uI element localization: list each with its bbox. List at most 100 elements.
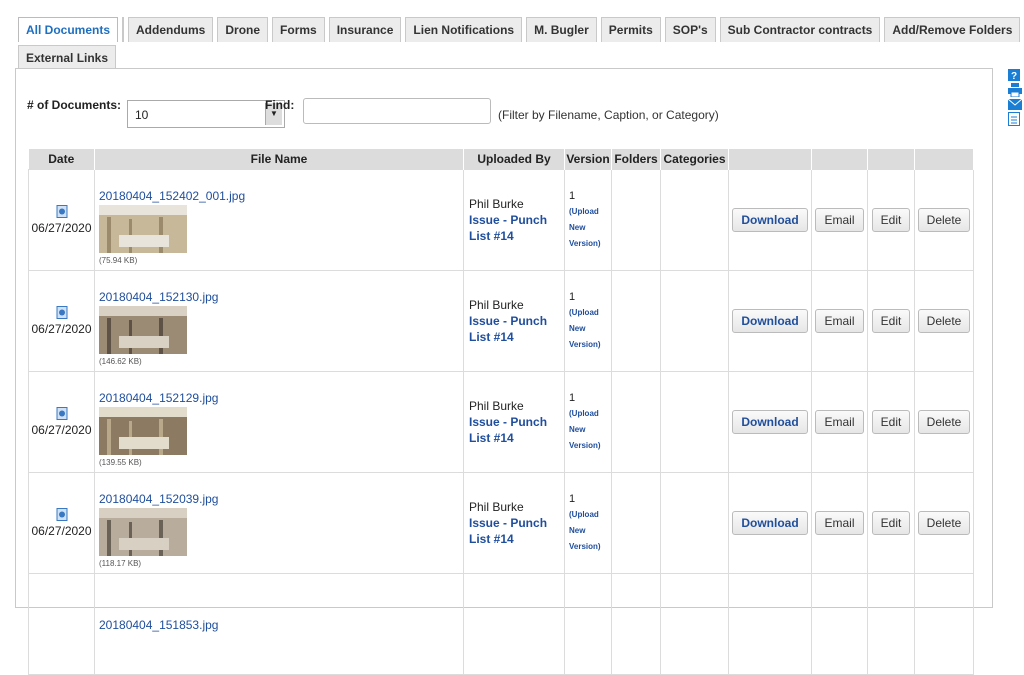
tab-sub-contractor-contracts[interactable]: Sub Contractor contracts — [719, 17, 881, 42]
edit-button[interactable]: Edit — [871, 511, 911, 535]
delete-cell: Delete — [914, 472, 974, 574]
version-cell: 1 (Upload New Version) — [564, 371, 612, 473]
file-name-link[interactable]: 20180404_152130.jpg — [99, 290, 463, 304]
file-cell: 20180404_152402_001.jpg (75.94 KB) — [94, 169, 464, 271]
issue-link[interactable]: Issue - Punch List #14 — [469, 515, 564, 547]
delete-cell: Delete — [914, 371, 974, 473]
date-text: 06/27/2020 — [31, 322, 92, 336]
col-header-date[interactable]: Date — [28, 149, 95, 170]
delete-button[interactable]: Delete — [917, 309, 971, 333]
upload-link-line[interactable]: New — [569, 526, 585, 535]
tab-all-documents[interactable]: All Documents — [18, 17, 119, 42]
tab-external-links[interactable]: External Links — [18, 45, 117, 70]
date-cell — [28, 573, 95, 675]
download-button[interactable]: Download — [732, 410, 808, 434]
help-icon[interactable]: ? — [1008, 69, 1020, 81]
tab-m-bugler[interactable]: M. Bugler — [526, 17, 597, 42]
tab-sops[interactable]: SOP's — [664, 17, 716, 42]
uploaded-by-cell: Phil Burke Issue - Punch List #14 — [463, 169, 565, 271]
col-header-version[interactable]: Version — [564, 149, 612, 170]
email-button[interactable]: Email — [815, 410, 864, 434]
print-icon[interactable] — [1008, 83, 1022, 97]
upload-new-version-link[interactable]: (Upload New Version) — [569, 507, 611, 555]
doc-count-select[interactable]: 10 ▼ — [127, 100, 285, 128]
edit-button[interactable]: Edit — [871, 309, 911, 333]
file-type-icon[interactable] — [56, 306, 68, 319]
upload-link-line[interactable]: (Upload — [569, 510, 599, 519]
email-button[interactable]: Email — [815, 511, 864, 535]
email-button[interactable]: Email — [815, 309, 864, 333]
find-input[interactable] — [303, 98, 491, 124]
folders-cell — [611, 573, 661, 675]
upload-link-line[interactable]: Version) — [569, 340, 601, 349]
tab-add-remove-folders[interactable]: Add/Remove Folders — [884, 17, 1021, 42]
delete-button[interactable]: Delete — [917, 410, 971, 434]
tab-lien-notifications[interactable]: Lien Notifications — [405, 17, 523, 42]
file-name-link[interactable]: 20180404_152129.jpg — [99, 391, 463, 405]
tab-permits[interactable]: Permits — [600, 17, 661, 42]
upload-link-line[interactable]: (Upload — [569, 409, 599, 418]
upload-new-version-link[interactable]: (Upload New Version) — [569, 406, 611, 454]
document-icon[interactable] — [1008, 112, 1020, 126]
delete-button[interactable]: Delete — [917, 511, 971, 535]
doc-count-value: 10 — [135, 108, 149, 122]
version-cell: 1 (Upload New Version) — [564, 270, 612, 372]
upload-link-line[interactable]: New — [569, 223, 585, 232]
uploader-name: Phil Burke — [469, 298, 524, 312]
edit-button[interactable]: Edit — [871, 208, 911, 232]
file-thumbnail[interactable] — [99, 205, 187, 253]
tab-forms[interactable]: Forms — [272, 17, 325, 42]
tab-addendums[interactable]: Addendums — [128, 17, 214, 42]
download-cell: Download — [728, 270, 812, 372]
tab-drone[interactable]: Drone — [217, 17, 269, 42]
file-type-icon[interactable] — [56, 508, 68, 521]
date-cell: 06/27/2020 — [28, 472, 95, 574]
file-type-icon[interactable] — [56, 407, 68, 420]
edit-button[interactable]: Edit — [871, 410, 911, 434]
download-button[interactable]: Download — [732, 208, 808, 232]
upload-link-line[interactable]: New — [569, 324, 585, 333]
email-cell — [811, 573, 868, 675]
tab-insurance[interactable]: Insurance — [328, 17, 402, 42]
file-thumbnail[interactable] — [99, 306, 187, 354]
table-row: 06/27/2020 20180404_152129.jpg (139.55 K… — [28, 371, 974, 473]
delete-button[interactable]: Delete — [917, 208, 971, 232]
col-header-categories[interactable]: Categories — [660, 149, 729, 170]
file-name-link[interactable]: 20180404_152039.jpg — [99, 492, 463, 506]
col-header-file-name[interactable]: File Name — [94, 149, 464, 170]
version-cell: 1 (Upload New Version) — [564, 472, 612, 574]
upload-link-line[interactable]: Version) — [569, 542, 601, 551]
file-type-icon[interactable] — [56, 205, 68, 218]
version-number: 1 — [569, 493, 576, 505]
issue-link[interactable]: Issue - Punch List #14 — [469, 414, 564, 446]
download-button[interactable]: Download — [732, 511, 808, 535]
download-button[interactable]: Download — [732, 309, 808, 333]
file-thumbnail[interactable] — [99, 508, 187, 556]
col-header-uploaded-by[interactable]: Uploaded By — [463, 149, 565, 170]
edit-cell — [867, 573, 915, 675]
file-name-link[interactable]: 20180404_151853.jpg — [99, 618, 463, 632]
upload-link-line[interactable]: New — [569, 425, 585, 434]
file-name-link[interactable]: 20180404_152402_001.jpg — [99, 189, 463, 203]
issue-link[interactable]: Issue - Punch List #14 — [469, 313, 564, 345]
version-number: 1 — [569, 190, 576, 202]
mail-icon[interactable] — [1008, 99, 1022, 110]
file-thumbnail[interactable] — [99, 407, 187, 455]
folders-cell — [611, 472, 661, 574]
file-cell: 20180404_152129.jpg (139.55 KB) — [94, 371, 464, 473]
upload-new-version-link[interactable]: (Upload New Version) — [569, 305, 611, 353]
categories-cell — [660, 169, 729, 271]
file-size: (118.17 KB) — [99, 559, 142, 568]
upload-new-version-link[interactable]: (Upload New Version) — [569, 204, 611, 252]
upload-link-line[interactable]: Version) — [569, 441, 601, 450]
edit-cell: Edit — [867, 472, 915, 574]
upload-link-line[interactable]: (Upload — [569, 308, 599, 317]
table-header-row: Date File Name Uploaded By Version Folde… — [28, 149, 974, 170]
upload-new-version-link[interactable] — [569, 608, 611, 640]
upload-link-line[interactable]: (Upload — [569, 207, 599, 216]
col-header-folders[interactable]: Folders — [611, 149, 661, 170]
email-button[interactable]: Email — [815, 208, 864, 232]
issue-link[interactable]: Issue - Punch List #14 — [469, 212, 564, 244]
tab-unnamed[interactable] — [122, 17, 125, 42]
upload-link-line[interactable]: Version) — [569, 239, 601, 248]
